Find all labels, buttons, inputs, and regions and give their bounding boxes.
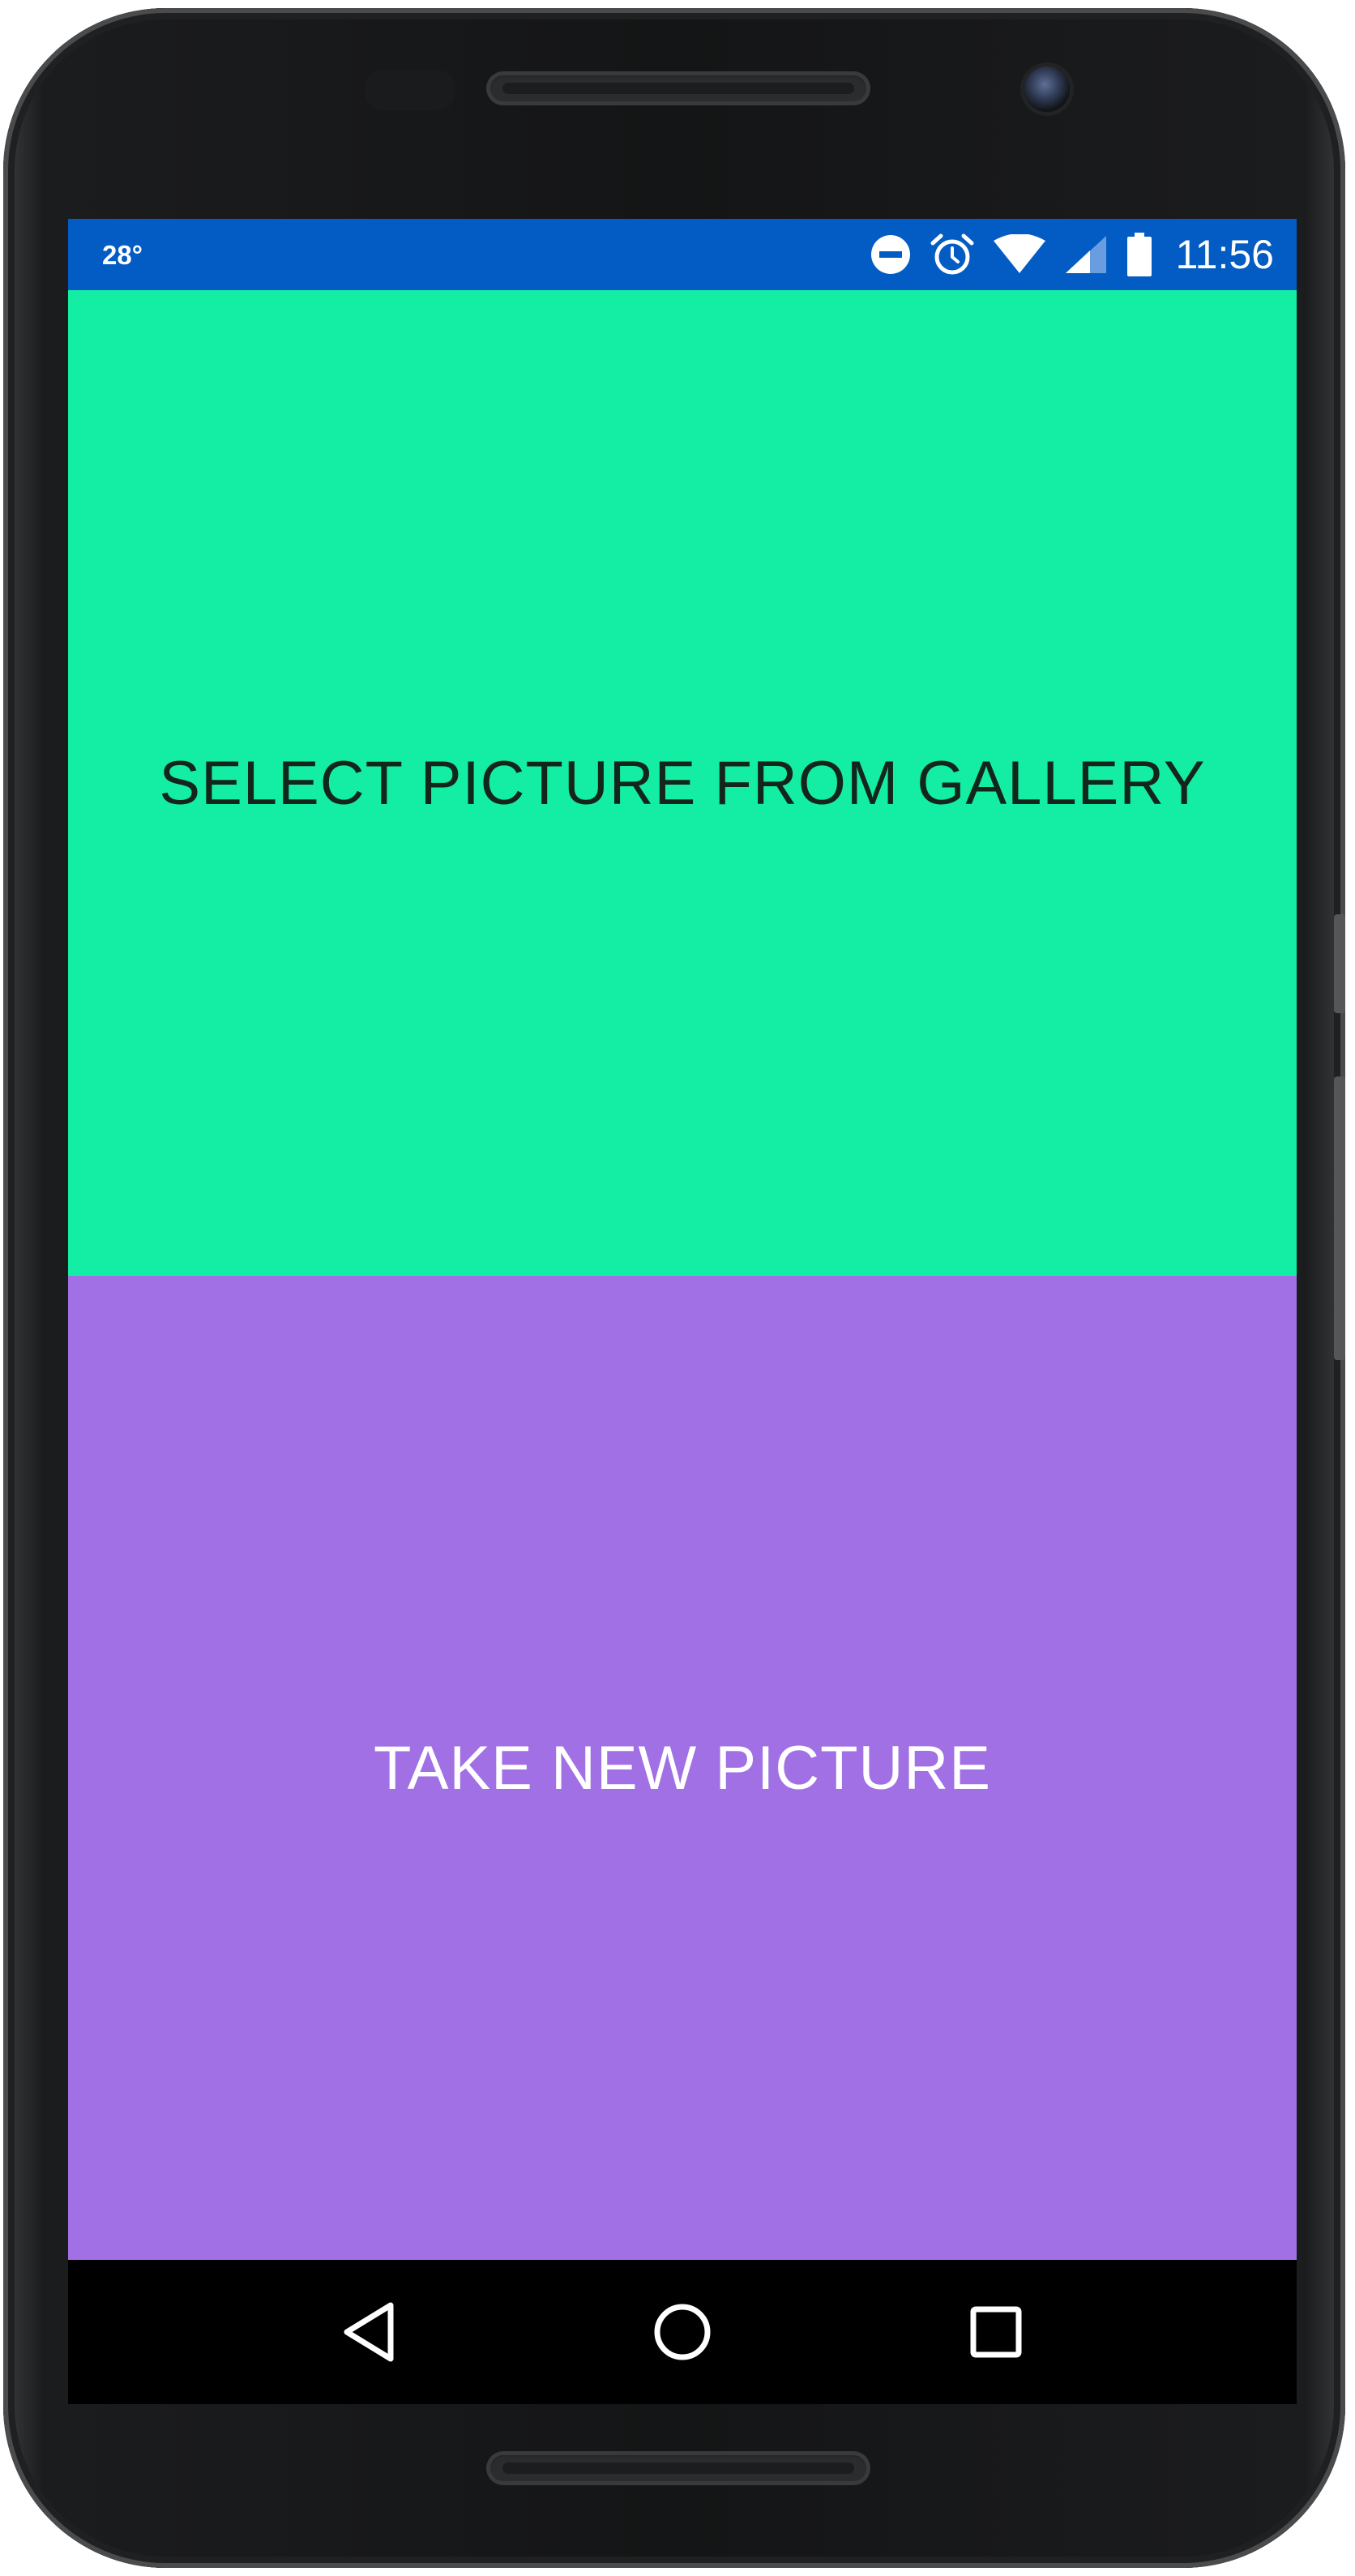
battery-icon (1126, 233, 1152, 276)
phone-frame: 28° 11:56 SELECT PICTURE FROM GALLERY TA… (3, 8, 1345, 2568)
power-button (1334, 914, 1345, 1013)
navigation-bar (68, 2260, 1297, 2404)
status-bar: 28° 11:56 (68, 219, 1297, 290)
nav-recents-button[interactable] (960, 2296, 1032, 2368)
back-icon (344, 2302, 394, 2362)
front-camera-icon (1024, 66, 1070, 112)
alarm-icon (930, 233, 974, 275)
top-speaker-grille (486, 71, 870, 105)
take-new-picture-label: TAKE NEW PICTURE (374, 1733, 991, 1803)
status-icons: 11:56 (870, 227, 1274, 282)
recents-icon (970, 2306, 1022, 2358)
do-not-disturb-icon (870, 235, 910, 274)
wifi-icon (993, 234, 1045, 273)
bottom-speaker-grille (486, 2451, 870, 2485)
device-screen: 28° 11:56 SELECT PICTURE FROM GALLERY TA… (68, 219, 1297, 2404)
status-temperature: 28° (102, 240, 143, 270)
select-from-gallery-button[interactable]: SELECT PICTURE FROM GALLERY (68, 290, 1297, 1276)
proximity-sensor (365, 70, 455, 110)
volume-button (1334, 1076, 1345, 1360)
status-clock: 11:56 (1175, 232, 1274, 277)
nav-home-button[interactable] (646, 2296, 719, 2368)
cellular-signal-icon (1065, 236, 1106, 273)
take-new-picture-button[interactable]: TAKE NEW PICTURE (68, 1276, 1297, 2260)
nav-back-button[interactable] (332, 2296, 405, 2368)
home-icon (654, 2304, 711, 2360)
select-from-gallery-label: SELECT PICTURE FROM GALLERY (159, 748, 1206, 818)
